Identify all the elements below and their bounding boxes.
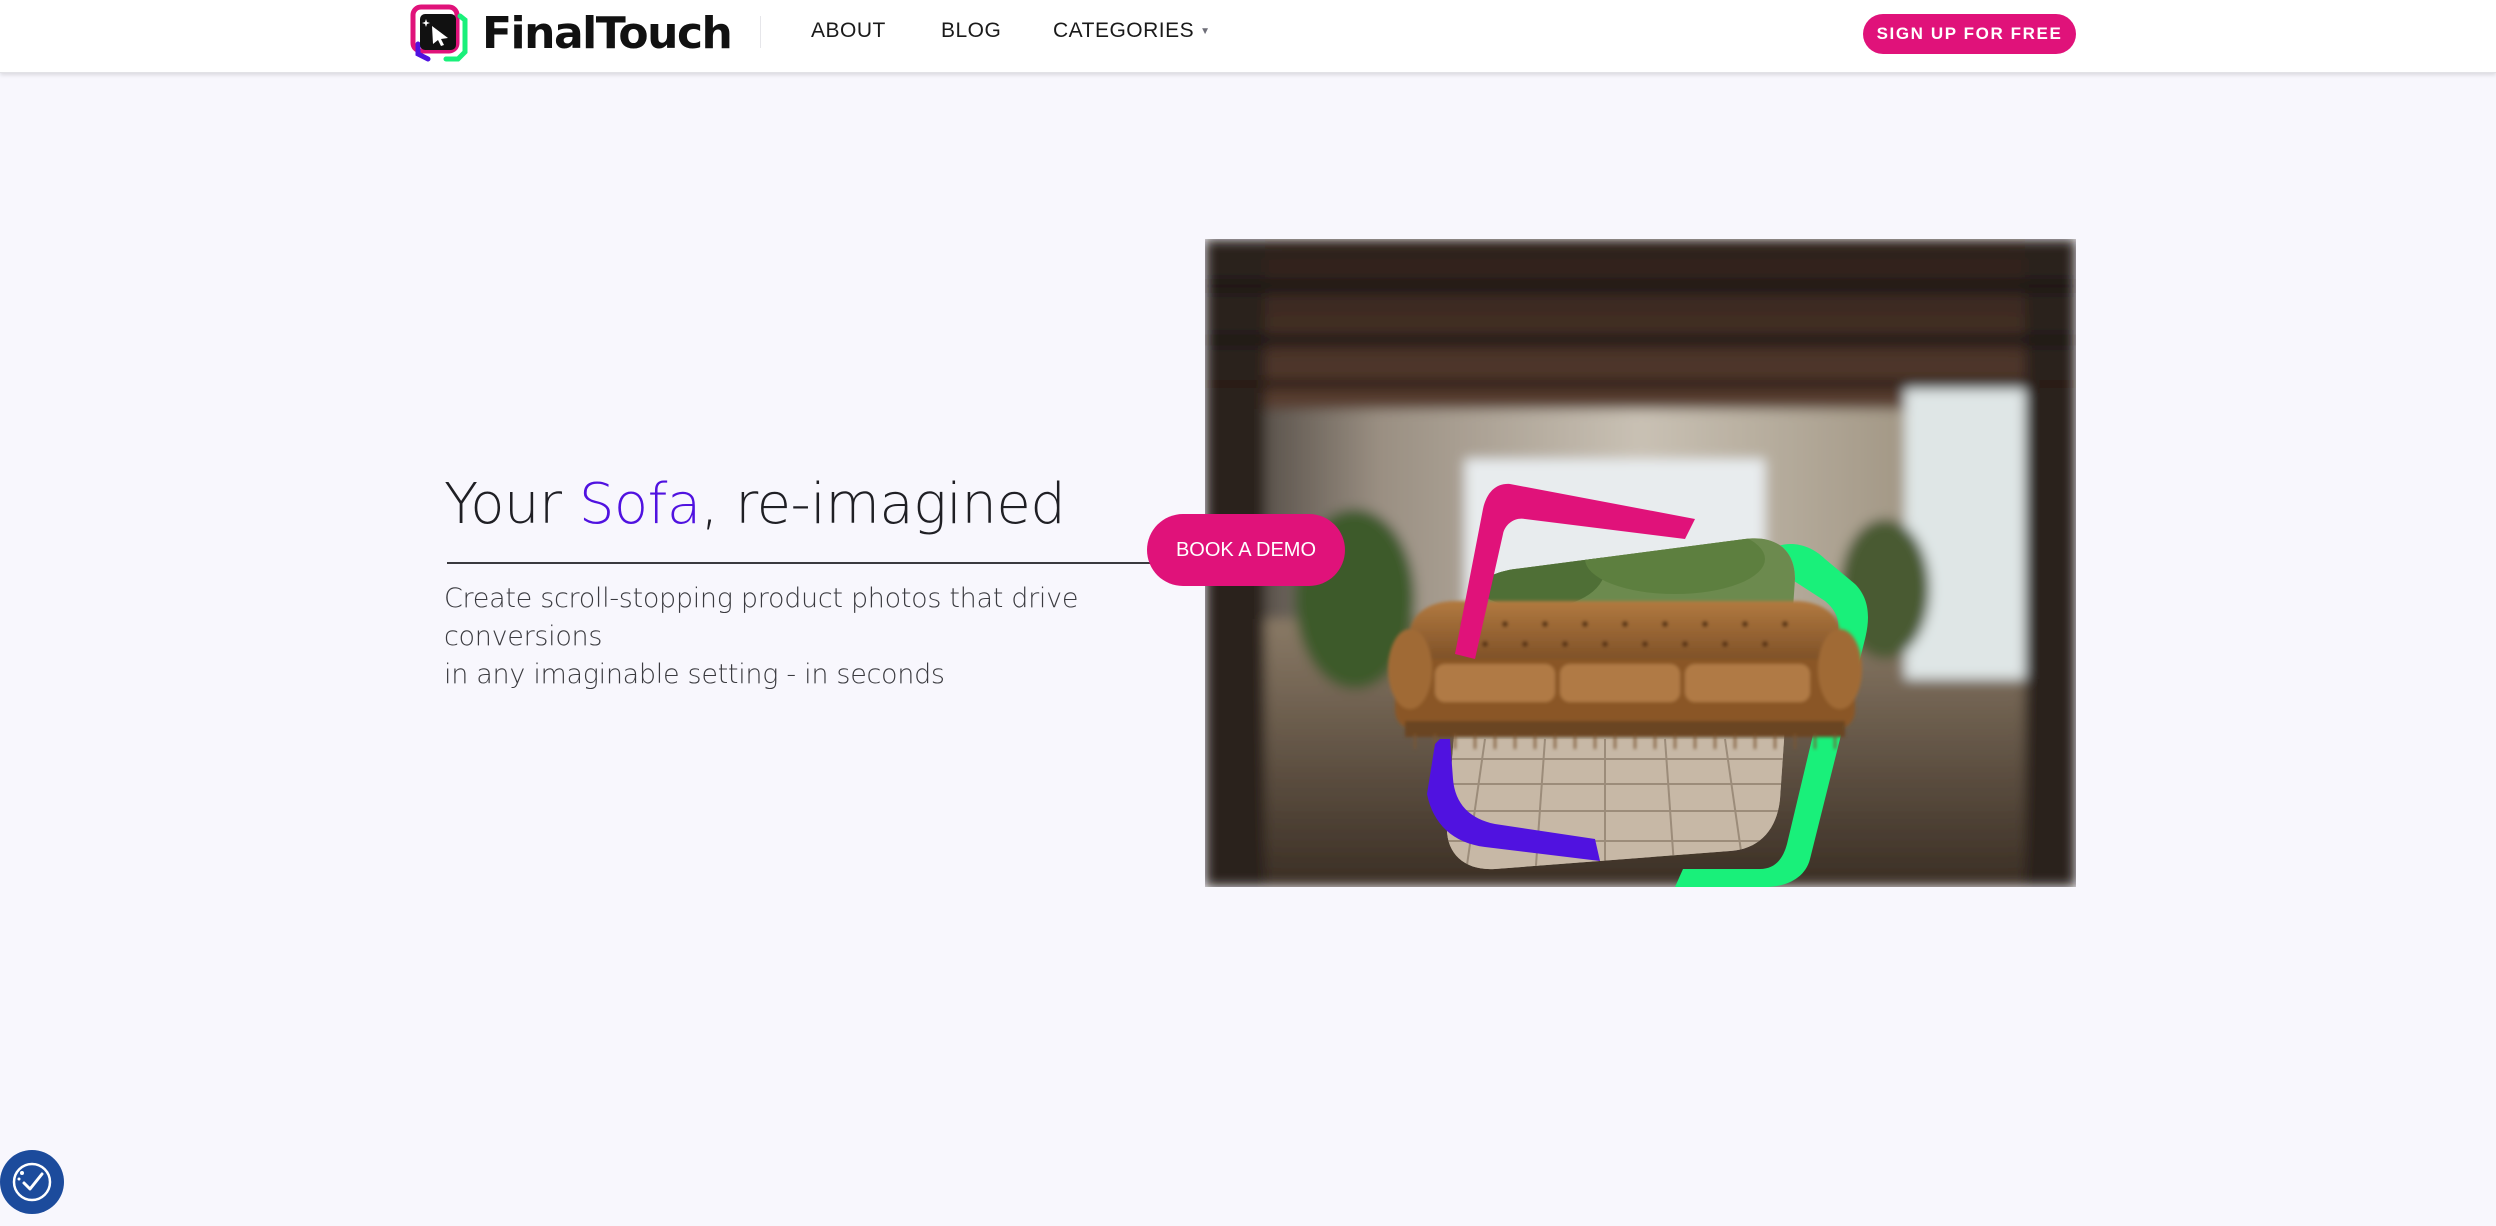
finaltouch-logo-icon (410, 4, 468, 62)
accessibility-icon (12, 1162, 52, 1202)
nav-about[interactable]: ABOUT (811, 19, 886, 43)
chevron-down-icon: ▼ (1200, 26, 1211, 37)
hero-title-suffix: , re-imagined (700, 472, 1066, 537)
brand-logo[interactable]: FinalTouch (410, 4, 733, 62)
hero-subtitle-line2: in any imaginable setting - in seconds (444, 659, 945, 690)
nav-categories-label: CATEGORIES (1053, 19, 1195, 42)
accessibility-button[interactable] (0, 1150, 64, 1214)
nav-categories[interactable]: CATEGORIES ▼ (1053, 19, 1211, 43)
hero-subtitle-line1: Create scroll-stopping product photos th… (444, 583, 1079, 652)
brand-name: FinalTouch (482, 7, 733, 59)
signup-button[interactable]: SIGN UP FOR FREE (1863, 14, 2076, 54)
site-header: FinalTouch ABOUT BLOG CATEGORIES ▼ SIGN U… (0, 0, 2496, 73)
nav-blog[interactable]: BLOG (941, 19, 1001, 43)
hero-title-prefix: Your (444, 472, 579, 537)
header-divider (760, 16, 761, 48)
hero-divider-line (447, 562, 1167, 564)
hero-title-accent: Sofa (578, 472, 701, 537)
book-demo-button[interactable]: BOOK A DEMO (1147, 514, 1345, 586)
hero-title: Your Sofa, re-imagined (444, 472, 1066, 537)
hero-subtitle: Create scroll-stopping product photos th… (444, 580, 1184, 694)
